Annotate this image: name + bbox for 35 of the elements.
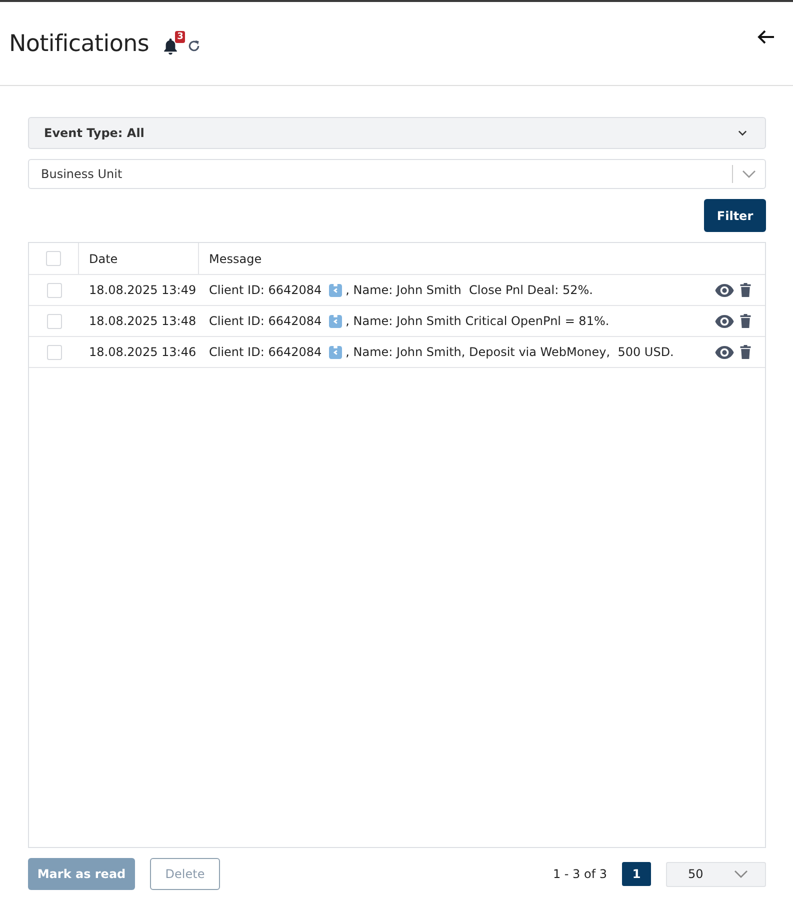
page-title: Notifications: [9, 30, 150, 56]
checkbox[interactable]: [46, 251, 61, 266]
pagination-range: 1 - 3 of 3: [552, 867, 607, 881]
count-badge: 3: [175, 30, 186, 42]
trash-icon[interactable]: [740, 283, 751, 297]
trash-icon[interactable]: [740, 314, 751, 328]
chevron-down-icon: [738, 130, 747, 136]
client-id-text: Client ID: 6642084: [209, 283, 322, 297]
filter-button[interactable]: Filter: [704, 199, 766, 232]
chevron-down-icon: [742, 170, 756, 178]
chevron-down-icon: [734, 870, 748, 878]
back-arrow-icon[interactable]: [757, 28, 775, 44]
column-header: Message: [209, 252, 262, 266]
eye-icon[interactable]: [715, 284, 734, 296]
date-cell: 18.08.2025 13:46: [89, 345, 196, 359]
date-cell: 18.08.2025 13:48: [89, 314, 196, 328]
bell-icon[interactable]: [163, 38, 178, 54]
refresh-icon[interactable]: [187, 38, 202, 52]
page-size-dropdown[interactable]: 50: [666, 862, 766, 886]
column-header: Date: [89, 252, 118, 266]
message-text: , Name: John Smith, Deposit via WebMoney, 500 USD.: [346, 345, 674, 359]
page-button[interactable]: 1: [622, 862, 651, 886]
eye-icon[interactable]: [715, 314, 734, 328]
trash-icon[interactable]: [740, 345, 751, 359]
message-text: , Name: John Smith Critical OpenPnl = 81%.: [346, 314, 610, 328]
checkbox[interactable]: [46, 344, 62, 360]
client-id-text: Client ID: 6642084: [209, 314, 322, 328]
checkbox[interactable]: [46, 314, 62, 328]
checkbox[interactable]: [46, 282, 62, 298]
event-type-dropdown[interactable]: Event Type: All: [28, 117, 766, 149]
message-text: , Name: John Smith Close Pnl Deal: 52%.: [346, 283, 593, 297]
client-id-text: Client ID: 6642084: [209, 345, 322, 359]
date-cell: 18.08.2025 13:49: [89, 283, 196, 297]
business-unit-dropdown[interactable]: Business Unit: [28, 159, 766, 189]
eye-icon[interactable]: [715, 346, 734, 358]
